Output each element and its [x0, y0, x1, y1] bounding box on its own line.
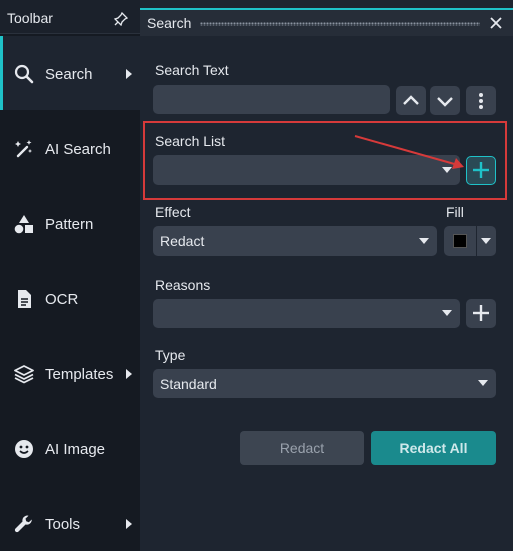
panel-header: Search — [140, 8, 513, 36]
toolbar-item-ocr[interactable]: OCR — [0, 261, 140, 335]
fill-color-swatch — [453, 234, 467, 248]
face-icon — [15, 440, 33, 458]
active-indicator — [0, 36, 3, 110]
add-reason-button[interactable] — [466, 299, 496, 328]
close-icon[interactable] — [488, 15, 504, 31]
magic-wand-icon — [15, 140, 32, 158]
toolbar-item-tools[interactable]: Tools — [0, 486, 140, 551]
fill-color-picker[interactable] — [444, 226, 496, 256]
previous-match-button[interactable] — [396, 86, 426, 115]
effect-select[interactable]: Redact — [153, 226, 437, 256]
document-icon — [18, 290, 31, 308]
wrench-icon — [14, 515, 32, 533]
toolbar-item-ai-search[interactable]: AI Search — [0, 111, 140, 185]
layers-icon — [14, 365, 34, 384]
chevron-down-icon — [437, 97, 453, 107]
toolbar-item-label: Templates — [45, 366, 114, 383]
effect-value: Redact — [160, 233, 205, 249]
type-value: Standard — [160, 376, 217, 392]
dropdown-caret-icon — [481, 238, 491, 244]
search-list-label: Search List — [155, 133, 226, 149]
toolbar-title: Toolbar — [7, 10, 53, 26]
search-text-label: Search Text — [155, 62, 229, 78]
toolbar-item-label: Tools — [45, 516, 81, 533]
toolbar-header: Toolbar — [0, 0, 140, 34]
toolbar-item-label: AI Search — [45, 141, 111, 158]
search-text-input[interactable] — [153, 85, 390, 114]
shapes-icon — [14, 215, 33, 234]
dropdown-caret-icon — [442, 310, 452, 316]
annotation-arrow — [354, 135, 464, 169]
toolbar-item-label: Search — [45, 66, 93, 83]
effect-label: Effect — [155, 204, 191, 220]
submenu-arrow-icon — [126, 69, 132, 79]
search-icon — [14, 64, 34, 84]
toolbar-item-label: AI Image — [45, 441, 106, 458]
panel-title: Search — [147, 15, 192, 31]
toolbar-item-label: Pattern — [45, 216, 94, 233]
chevron-up-icon — [403, 95, 419, 105]
redact-button[interactable]: Redact — [240, 431, 364, 465]
toolbar-item-search[interactable]: Search — [0, 36, 140, 110]
toolbar-item-templates[interactable]: Templates — [0, 336, 140, 410]
reasons-label: Reasons — [155, 277, 211, 293]
toolbar-panel: Toolbar Search AI Search Pattern OCR Tem… — [0, 0, 140, 551]
type-select[interactable]: Standard — [153, 369, 496, 398]
submenu-arrow-icon — [126, 519, 132, 529]
next-match-button[interactable] — [430, 86, 460, 115]
search-panel: Search — [140, 0, 513, 551]
picker-divider — [476, 226, 477, 256]
reasons-select[interactable] — [153, 299, 460, 328]
submenu-arrow-icon — [126, 369, 132, 379]
toolbar-item-pattern[interactable]: Pattern — [0, 186, 140, 260]
drag-handle[interactable] — [200, 22, 480, 26]
toolbar-item-ai-image[interactable]: AI Image — [0, 411, 140, 485]
more-options-button[interactable] — [466, 86, 496, 115]
plus-icon — [473, 305, 489, 321]
dropdown-caret-icon — [419, 238, 429, 244]
dropdown-caret-icon — [478, 380, 488, 386]
toolbar-item-label: OCR — [45, 291, 79, 308]
fill-label: Fill — [446, 204, 464, 220]
type-label: Type — [155, 347, 186, 363]
redact-all-button[interactable]: Redact All — [371, 431, 496, 465]
kebab-menu-icon — [479, 93, 483, 109]
pin-icon[interactable] — [114, 12, 128, 26]
